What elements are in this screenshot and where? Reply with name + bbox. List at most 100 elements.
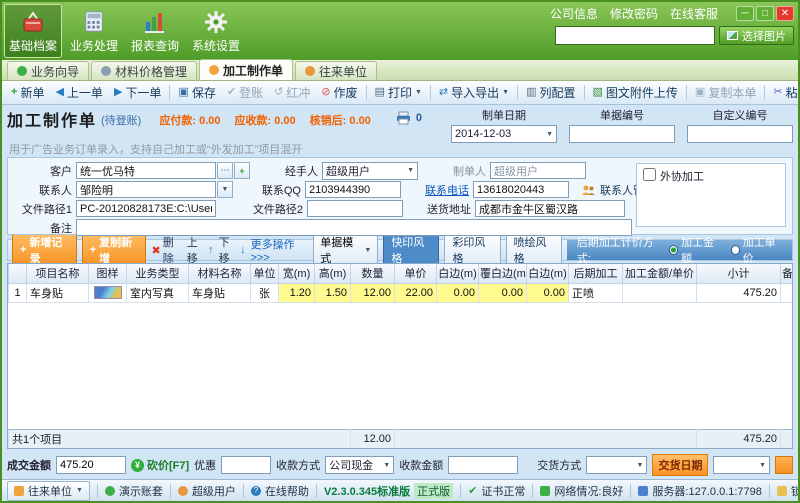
prev-order-button[interactable]: ◀ 上一单 <box>50 82 107 103</box>
contact-phone-input[interactable] <box>473 181 569 198</box>
company-info-link[interactable]: 公司信息 <box>550 5 598 22</box>
column-header[interactable]: 高(m) <box>314 264 351 284</box>
discount-input[interactable] <box>221 456 272 474</box>
red-flush-button[interactable]: ↺ 红冲 <box>269 82 315 103</box>
import-export-button[interactable]: ⇄ 导入导出 ▼ <box>434 82 514 103</box>
pay-amount-input[interactable] <box>448 456 519 474</box>
file-path1-input[interactable] <box>76 200 216 217</box>
width-cell[interactable]: 1.20 <box>278 282 315 303</box>
amount-summary: 应付款: 0.00 应收款: 0.00 核销后: 0.00 <box>159 112 370 128</box>
nav-report-query[interactable]: 报表查询 <box>126 4 184 58</box>
customer-browse-button[interactable]: ⋯ <box>217 162 233 179</box>
online-help-button[interactable]: ? 在线帮助 <box>250 483 309 499</box>
online-service-link[interactable]: 在线客服 <box>670 5 718 22</box>
unit-cell[interactable]: 张 <box>250 282 279 303</box>
maximize-button[interactable]: □ <box>756 6 774 21</box>
column-header[interactable]: 宽(m) <box>278 264 315 284</box>
qty-cell[interactable]: 12.00 <box>350 282 395 303</box>
column-header[interactable]: 覆白边(m) <box>478 264 527 284</box>
contact-input[interactable] <box>76 181 216 198</box>
new-order-button[interactable]: + 新单 <box>6 82 49 103</box>
contact-phone-link[interactable]: 联系电话 <box>411 182 469 198</box>
contact-dropdown-button[interactable]: ▼ <box>217 181 233 198</box>
column-header[interactable]: 小计 <box>696 264 781 284</box>
nav-business-process[interactable]: 业务处理 <box>65 4 123 58</box>
column-header[interactable]: 备 <box>780 264 792 284</box>
handler-select[interactable]: 超级用户 ▼ <box>322 161 418 180</box>
pricing-amount-radio[interactable]: 加工金额 <box>669 234 721 266</box>
column-header[interactable]: 项目名称 <box>26 264 89 284</box>
bargain-button[interactable]: ¥ 砍价[F7] <box>131 457 189 473</box>
payment-bar: 成交金额 ¥砍价[F7] 优惠 收款方式 公司现金▼ 收款金额 交货方式 ▼ 交… <box>7 454 793 476</box>
column-header[interactable]: 单位 <box>250 264 279 284</box>
move-up-button[interactable]: 上移 ↑ <box>187 234 214 266</box>
tab-material-price[interactable]: 材料价格管理 <box>91 61 198 80</box>
tab-business-contacts[interactable]: 往来单位 <box>295 61 378 80</box>
tab-processing-order[interactable]: 加工制作单 <box>199 59 294 80</box>
next-order-button[interactable]: ▶ 下一单 <box>109 82 166 103</box>
business-type-cell[interactable]: 室内写真 <box>126 282 189 303</box>
plus-icon: + <box>89 244 97 256</box>
column-header[interactable]: 加工金额/单价 <box>622 264 697 284</box>
table-row[interactable]: 1 车身贴 室内写真 车身贴 张 1.20 1.50 12.00 22.00 0… <box>8 282 792 303</box>
customer-add-button[interactable]: + <box>234 162 250 179</box>
column-config-button[interactable]: ▥ 列配置 <box>521 82 580 103</box>
print-button[interactable]: ▤ 打印 ▼ <box>370 82 427 103</box>
column-header[interactable]: 数量 <box>350 264 395 284</box>
current-user[interactable]: 超级用户 <box>177 483 236 499</box>
certificate-status[interactable]: ✔ 证书正常 <box>468 483 525 499</box>
close-button[interactable]: ✕ <box>776 6 794 21</box>
lock-screen-button[interactable]: 锁屏 <box>776 483 798 499</box>
minimize-button[interactable]: ─ <box>736 6 754 21</box>
void-button[interactable]: ⊘ 作废 <box>316 82 362 103</box>
delivery-address-input[interactable] <box>475 200 625 217</box>
delivery-date-select[interactable]: ▼ <box>713 456 770 474</box>
deal-amount-input[interactable] <box>56 456 126 474</box>
column-header[interactable]: 后期加工 <box>568 264 623 284</box>
register-button[interactable]: ✔ 登账 <box>222 82 268 103</box>
contact-qq-input[interactable] <box>305 181 401 198</box>
delete-row-button[interactable]: ✖ 删除 <box>151 234 181 266</box>
move-down-button[interactable]: 下移 ↓ <box>219 234 246 266</box>
tab-business-wizard[interactable]: 业务向导 <box>7 61 90 80</box>
column-header[interactable]: 单价 <box>394 264 437 284</box>
customer-input[interactable] <box>76 162 216 179</box>
edge1-cell[interactable]: 0.00 <box>436 282 479 303</box>
pricing-unit-radio[interactable]: 加工单价 <box>730 234 783 266</box>
post-process-cell[interactable]: 正喷 <box>568 282 623 303</box>
change-password-link[interactable]: 修改密码 <box>610 5 658 22</box>
pay-amount-label: 收款金额 <box>399 460 444 472</box>
file-path2-input[interactable] <box>307 200 403 217</box>
save-button[interactable]: ▣ 保存 <box>173 82 220 103</box>
outsource-checkbox[interactable] <box>643 168 656 181</box>
column-header[interactable]: 白边(m) <box>526 264 569 284</box>
contacts-taskbar-button[interactable]: 往来单位 ▼ <box>7 480 90 501</box>
copy-order-button[interactable]: ▣ 复制本单 <box>690 82 761 103</box>
item-image-cell[interactable] <box>88 282 127 303</box>
image-path-input[interactable] <box>555 26 715 45</box>
column-header[interactable]: 业务类型 <box>126 264 189 284</box>
edge2-cell[interactable]: 0.00 <box>478 282 527 303</box>
calendar-button[interactable] <box>775 456 793 474</box>
column-header[interactable]: 白边(m) <box>436 264 479 284</box>
item-name-cell[interactable]: 车身贴 <box>26 282 89 303</box>
delivery-method-select[interactable]: ▼ <box>586 456 648 474</box>
remark-input[interactable] <box>76 219 632 236</box>
print-count[interactable]: 0 <box>395 111 422 125</box>
select-image-button[interactable]: 选择图片 <box>719 26 794 45</box>
account-set[interactable]: 演示账套 <box>104 483 163 499</box>
pay-method-select[interactable]: 公司现金 ▼ <box>325 456 395 474</box>
column-header[interactable]: 材料名称 <box>188 264 251 284</box>
height-cell[interactable]: 1.50 <box>314 282 351 303</box>
post-amount-cell[interactable] <box>622 282 697 303</box>
attachment-upload-button[interactable]: ▧ 图文附件上传 <box>588 82 683 103</box>
paste-screenshot-button[interactable]: ✂粘贴截图 <box>768 82 798 103</box>
nav-basic-files[interactable]: 基础档案 <box>4 4 62 58</box>
edge3-cell[interactable]: 0.00 <box>526 282 569 303</box>
more-operations-link[interactable]: 更多操作>>> <box>251 236 309 264</box>
remark-cell[interactable] <box>780 282 792 303</box>
column-header[interactable]: 图样 <box>88 264 127 284</box>
price-cell[interactable]: 22.00 <box>394 282 437 303</box>
material-cell[interactable]: 车身贴 <box>188 282 251 303</box>
nav-system-settings[interactable]: 系统设置 <box>187 4 245 58</box>
